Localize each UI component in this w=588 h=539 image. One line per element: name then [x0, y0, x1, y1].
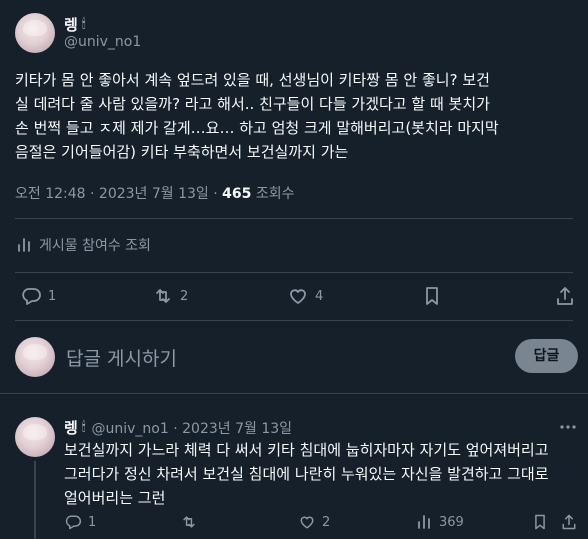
reply-reply-count: 1 [88, 514, 97, 530]
reply-handle-date[interactable]: @univ_no1 · 2023년 7월 13일 [92, 418, 293, 438]
reply-text-line: 얼어버리는 그런 [64, 489, 166, 507]
reply-input[interactable]: 답글 게시하기 [66, 344, 177, 371]
tweet-timestamp[interactable]: 오전 12:48 · 2023년 7월 13일 · [15, 186, 222, 202]
author-name[interactable]: 렝 [64, 14, 78, 35]
reply-action[interactable]: 1 [20, 285, 56, 307]
reply-text-line: 그러다가 정신 차려서 보건실 침대에 나란히 누워있는 자신을 발견하고 그대… [64, 465, 549, 483]
divider [15, 272, 573, 273]
reply-like-action[interactable]: 2 [298, 513, 330, 531]
engagement-label: 게시물 참여수 조회 [39, 238, 151, 254]
author-avatar[interactable] [15, 13, 55, 53]
repost-icon [156, 289, 170, 303]
reply-button[interactable]: 답글 [515, 339, 578, 373]
candle-icon: 🕯 [81, 16, 86, 32]
reply-icon [22, 288, 41, 305]
reply-bookmark-action[interactable] [531, 513, 549, 535]
like-action[interactable]: 4 [287, 285, 323, 307]
view-engagements-link[interactable]: 게시물 참여수 조회 [15, 234, 151, 256]
reply-like-count: 2 [322, 514, 331, 530]
divider [15, 320, 573, 321]
reply-text-line: 보건실까지 가느라 체력 다 써서 키타 침대에 눕히자마자 자기도 엎어져버리… [64, 441, 549, 459]
tweet-text-line: 실 데려다 줄 사람 있을까? 라고 해서.. 친구들이 다들 가겠다고 할 때… [15, 95, 490, 113]
analytics-icon [18, 238, 30, 252]
reply-count: 1 [48, 288, 57, 304]
author-handle[interactable]: @univ_no1 [64, 34, 141, 50]
views-count: 465 [222, 186, 252, 202]
like-count: 4 [315, 288, 324, 304]
reply-author-avatar[interactable] [15, 417, 55, 457]
bookmark-icon [426, 287, 438, 305]
bookmark-icon [535, 514, 545, 530]
tweet-text-line: 키타가 몸 안 좋아서 계속 엎드려 있을 때, 선생님이 키타짱 몸 안 좋니… [15, 71, 490, 89]
tweet-text-line: 음절은 기어들어감) 키타 부축하면서 보건실까지 가는 [15, 143, 349, 161]
reply-share-action[interactable] [560, 513, 578, 535]
tweet-meta: 오전 12:48 · 2023년 7월 13일 · 465 조회수 [15, 183, 294, 203]
share-action[interactable] [554, 285, 576, 311]
bookmark-action[interactable] [421, 285, 443, 311]
reply-icon [65, 515, 82, 530]
candle-icon: 🕯 [81, 420, 86, 435]
share-icon [562, 514, 576, 530]
more-options-icon[interactable] [558, 417, 578, 437]
reply-repost-action[interactable] [180, 513, 198, 535]
repost-action[interactable]: 2 [152, 285, 188, 307]
divider [0, 393, 588, 394]
heart-icon [300, 516, 314, 529]
author-name-row[interactable]: 렝 🕯 [64, 14, 86, 34]
composer-avatar [15, 337, 55, 377]
reply-text: 보건실까지 가느라 체력 다 써서 키타 침대에 눕히자마자 자기도 엎어져버리… [64, 438, 584, 510]
reply-author-name[interactable]: 렝 [64, 417, 78, 438]
tweet-text: 키타가 몸 안 좋아서 계속 엎드려 있을 때, 선생님이 키타짱 몸 안 좋니… [15, 68, 580, 164]
reply-views-action[interactable]: 369 [415, 513, 464, 531]
repost-count: 2 [180, 288, 189, 304]
divider [15, 218, 573, 219]
share-icon [557, 287, 573, 305]
thread-line [34, 461, 36, 539]
reply-header: 렝 🕯 @univ_no1 · 2023년 7월 13일 [64, 417, 292, 438]
reply-view-count: 369 [439, 514, 464, 530]
heart-icon [290, 289, 306, 304]
reply-reply-action[interactable]: 1 [64, 513, 96, 531]
analytics-icon [418, 515, 430, 529]
tweet-text-line: 손 번쩍 들고 ㅈ제 제가 갈게…요… 하고 엄청 크게 말해버리고(봇치라 마… [15, 119, 499, 137]
views-label: 조회수 [251, 186, 295, 202]
repost-icon [183, 516, 195, 528]
